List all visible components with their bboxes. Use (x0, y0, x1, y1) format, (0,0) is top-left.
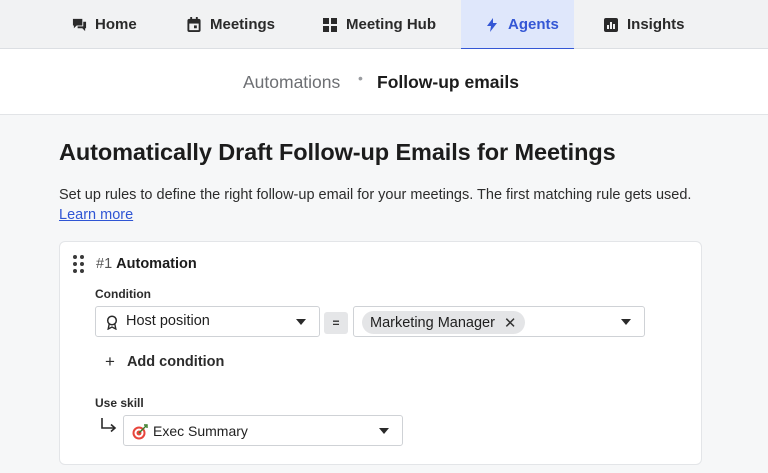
add-condition-label: Add condition (126, 354, 225, 370)
grid-icon (322, 17, 338, 33)
page-description: Set up rules to define the right follow-… (59, 185, 709, 225)
chevron-down-icon (621, 319, 631, 325)
tab-insights-label: Insights (627, 16, 685, 33)
drag-handle-icon[interactable] (73, 255, 85, 273)
page-title: Automatically Draft Follow-up Emails for… (59, 139, 616, 165)
target-icon (132, 424, 148, 444)
automation-number: #1 (96, 256, 113, 272)
use-skill-label: Use skill (95, 396, 144, 410)
tab-insights[interactable]: Insights (603, 0, 685, 49)
award-icon (106, 315, 118, 334)
value-chip-label: Marketing Manager (370, 314, 495, 331)
automation-card: #1 Automation Condition Host position = … (59, 241, 702, 465)
breadcrumb-automations-link[interactable]: Automations (243, 72, 340, 93)
chat-bubbles-icon (71, 17, 87, 33)
calendar-icon (186, 17, 202, 33)
tab-agents-label: Agents (508, 16, 559, 33)
chevron-down-icon (379, 428, 389, 434)
tab-meeting-hub-label: Meeting Hub (346, 16, 436, 33)
breadcrumb: Automations • Follow-up emails (0, 49, 768, 115)
tab-meetings-label: Meetings (210, 16, 276, 33)
top-nav: Home Meetings Meeting Hub Agents Insight… (0, 0, 768, 50)
value-chip: Marketing Manager ✕ (362, 311, 525, 334)
plus-icon: + (105, 352, 115, 371)
automation-name: Automation (116, 256, 197, 272)
add-condition-button[interactable]: + Add condition (105, 352, 224, 372)
return-arrow-icon (101, 418, 117, 433)
condition-value-select[interactable]: Marketing Manager ✕ (353, 306, 645, 337)
condition-label: Condition (95, 287, 151, 301)
skill-value: Exec Summary (153, 423, 248, 439)
chevron-down-icon (296, 319, 306, 325)
lightning-icon (484, 17, 500, 33)
page-description-text: Set up rules to define the right follow-… (59, 187, 692, 203)
learn-more-link[interactable]: Learn more (59, 207, 133, 223)
tab-home[interactable]: Home (71, 0, 137, 49)
breadcrumb-current: Follow-up emails (377, 72, 519, 92)
tab-agents[interactable]: Agents (461, 0, 574, 50)
close-icon[interactable]: ✕ (504, 314, 517, 332)
condition-field-select[interactable]: Host position (95, 306, 320, 337)
tab-meetings[interactable]: Meetings (186, 0, 275, 49)
bar-chart-icon (603, 17, 619, 33)
automation-title: #1 Automation (96, 256, 197, 272)
operator-badge: = (324, 312, 348, 334)
tab-home-label: Home (95, 16, 137, 33)
breadcrumb-separator: • (358, 70, 363, 86)
skill-select[interactable]: Exec Summary (123, 415, 403, 446)
tab-meeting-hub[interactable]: Meeting Hub (322, 0, 436, 49)
condition-field-value: Host position (126, 313, 210, 329)
